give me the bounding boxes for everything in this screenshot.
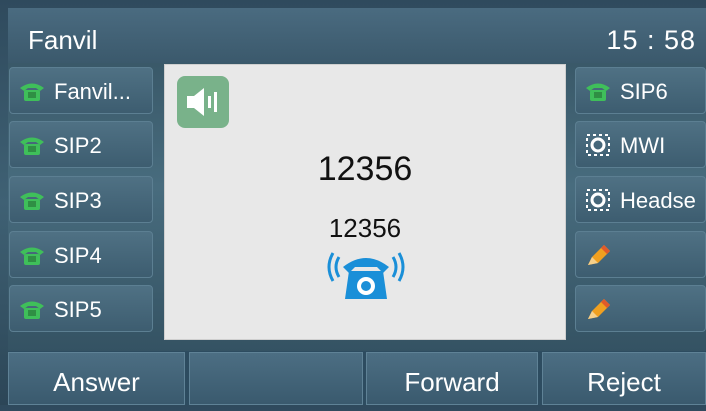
line-key-label: SIP6 (620, 79, 668, 104)
line-key-4[interactable]: SIP4 (9, 231, 153, 278)
line-key-label: SIP2 (54, 133, 102, 158)
phone-icon (20, 247, 44, 265)
call-panel: 12356 12356 (164, 64, 566, 340)
clock: 15 : 58 (606, 25, 696, 55)
caller-number: 12356 (317, 150, 413, 188)
headset-key[interactable]: Headse (575, 176, 706, 223)
line-key-label: MWI (620, 133, 666, 158)
phone-icon (20, 301, 44, 319)
pencil-icon (588, 299, 610, 319)
pencil-icon (588, 245, 610, 265)
forward-button[interactable]: Forward (366, 352, 538, 405)
account-title: Fanvil (28, 25, 98, 55)
mwi-key[interactable]: MWI (575, 121, 706, 168)
empty-key-2[interactable] (575, 285, 706, 332)
phone-icon (20, 192, 44, 210)
line-key-3[interactable]: SIP3 (9, 176, 153, 223)
reject-button[interactable]: Reject (542, 352, 706, 405)
phone-icon (20, 83, 44, 101)
headset-icon (586, 189, 610, 211)
speaker-icon (177, 76, 229, 128)
phone-icon (20, 137, 44, 155)
caller-name: 12356 (328, 213, 402, 243)
ringing-phone-icon (327, 252, 405, 299)
line-key-label: SIP3 (54, 188, 102, 213)
line-key-label: SIP4 (54, 243, 102, 268)
empty-key-1[interactable] (575, 231, 706, 278)
line-key-6[interactable]: SIP6 (575, 67, 706, 114)
line-key-label: Headse (620, 188, 696, 213)
answer-button[interactable]: Answer (8, 352, 185, 405)
line-key-label: SIP5 (54, 297, 102, 322)
softkey-2[interactable] (189, 352, 363, 405)
line-key-5[interactable]: SIP5 (9, 285, 153, 332)
voicemail-icon (586, 134, 610, 156)
phone-icon (586, 83, 610, 101)
line-key-label: Fanvil... (54, 79, 132, 104)
line-key-2[interactable]: SIP2 (9, 121, 153, 168)
status-bar: Fanvil 15 : 58 (8, 8, 706, 63)
line-key-1[interactable]: Fanvil... (9, 67, 153, 114)
